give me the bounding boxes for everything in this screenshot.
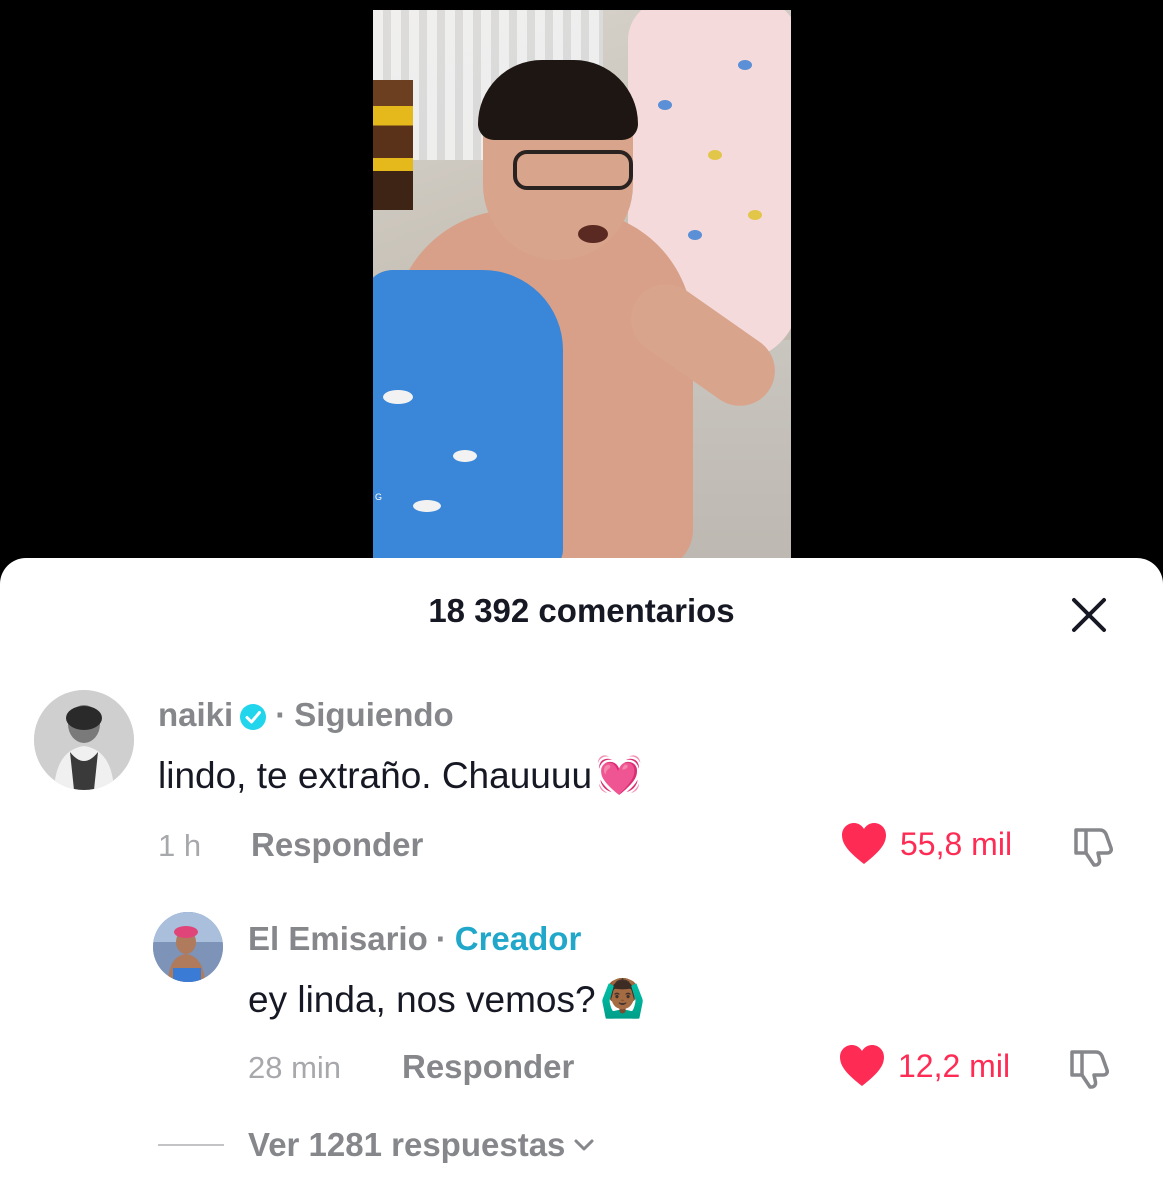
comment-author[interactable]: El Emisario xyxy=(248,920,428,958)
comment-timestamp: 1 h xyxy=(158,828,202,863)
like-count: 55,8 mil xyxy=(900,825,1013,862)
comment-body: lindo, te extraño. Chauuuu xyxy=(158,754,593,796)
chevron-down-icon xyxy=(574,1139,594,1151)
comment-author-line: naiki · Siguiendo xyxy=(158,696,454,734)
avatar[interactable] xyxy=(153,912,223,982)
like-button[interactable]: 12,2 mil xyxy=(838,1044,1010,1088)
person-gesturing-ok-emoji-icon: 🙆🏾‍♂️ xyxy=(599,978,646,1019)
comment-author-line: El Emisario · Creador xyxy=(248,920,581,958)
dislike-button[interactable] xyxy=(1066,1044,1114,1092)
video-area[interactable]: G xyxy=(0,0,1163,580)
like-count: 12,2 mil xyxy=(898,1047,1011,1084)
reply-button[interactable]: Responder xyxy=(251,826,423,864)
view-replies-label: Ver 1281 respuestas xyxy=(248,1126,566,1163)
separator-dot: · xyxy=(435,920,447,957)
view-replies-button[interactable]: Ver 1281 respuestas xyxy=(158,1126,597,1164)
separator-dot: · xyxy=(275,696,287,733)
heart-emoji-icon: 💓 xyxy=(596,754,643,795)
avatar[interactable] xyxy=(34,690,134,790)
video-thumbnail[interactable]: G xyxy=(373,10,791,558)
creator-tag: Creador xyxy=(454,920,582,957)
divider-line xyxy=(158,1144,224,1146)
reply-button[interactable]: Responder xyxy=(402,1048,574,1086)
video-watermark: G xyxy=(375,492,383,502)
thumbs-down-icon xyxy=(1074,828,1113,867)
video-person-dress xyxy=(373,270,563,558)
comment-item: naiki · Siguiendo lindo, te extraño. Cha… xyxy=(0,558,1163,888)
video-person-glasses xyxy=(513,150,633,190)
video-person-mouth xyxy=(578,225,608,243)
verified-badge-icon xyxy=(239,701,267,730)
heart-icon xyxy=(840,1045,884,1086)
comments-sheet: 18 392 comentarios naiki · Siguiendo lin… xyxy=(0,558,1163,1200)
comment-relation-tag: Siguiendo xyxy=(294,696,454,733)
comment-text: lindo, te extraño. Chauuuu 💓 xyxy=(158,754,642,797)
comment-author[interactable]: naiki xyxy=(158,696,233,734)
comment-reply-item: El Emisario · Creador ey linda, nos vemo… xyxy=(0,888,1163,1118)
comment-timestamp: 28 min xyxy=(248,1050,342,1085)
video-background-shelf xyxy=(373,80,413,210)
comment-text: ey linda, nos vemos? 🙆🏾‍♂️ xyxy=(248,978,646,1021)
heart-icon xyxy=(842,823,886,864)
comment-body: ey linda, nos vemos? xyxy=(248,978,596,1020)
dislike-button[interactable] xyxy=(1070,822,1118,870)
thumbs-down-icon xyxy=(1070,1050,1109,1089)
like-button[interactable]: 55,8 mil xyxy=(840,822,1012,866)
